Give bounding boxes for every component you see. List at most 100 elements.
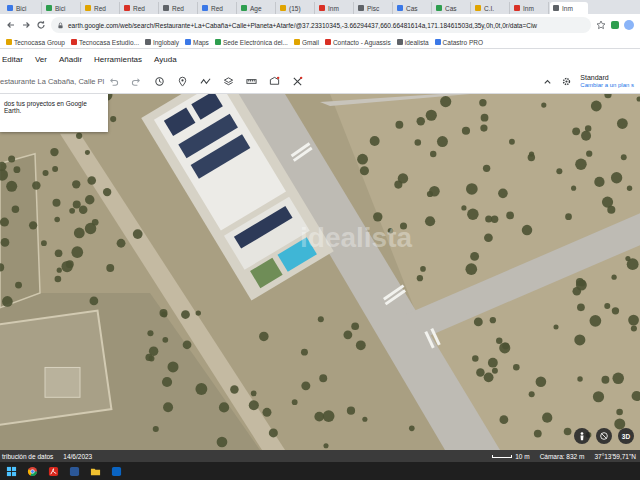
extension-icon[interactable] — [611, 21, 619, 29]
favicon-icon — [280, 5, 286, 11]
satellite-image — [0, 94, 640, 450]
favicon-icon — [475, 5, 481, 11]
upgrade-link[interactable]: Cambiar a un plan s — [580, 82, 634, 89]
forward-arrow-icon[interactable] — [21, 20, 31, 30]
screen: BiciBiciRedRedRedRedAge(15)InmPiscCasCas… — [0, 0, 640, 480]
plan-info: StandardCambiar a un plan s — [580, 74, 636, 89]
favicon-icon — [124, 5, 130, 11]
compass-icon — [599, 431, 609, 441]
bookmark[interactable]: idealista — [397, 39, 429, 46]
browser-tab[interactable]: Bici — [4, 2, 42, 14]
browser-tab[interactable]: Inm — [550, 2, 588, 14]
browser-tab[interactable]: Red — [82, 2, 120, 14]
browser-tab[interactable]: Cas — [394, 2, 432, 14]
bookmark[interactable]: Contacto - Aguassis — [325, 39, 391, 46]
pegman-icon — [577, 431, 587, 441]
bookmark[interactable]: Tecnocasa Group — [6, 39, 65, 46]
layers-icon[interactable] — [223, 76, 234, 87]
browser-tab[interactable]: Red — [160, 2, 198, 14]
street-view-button[interactable] — [574, 428, 590, 444]
gear-icon[interactable] — [561, 76, 572, 87]
bookmark-icon — [6, 39, 12, 45]
bookmark[interactable]: Maps — [185, 39, 209, 46]
chrome-icon[interactable] — [27, 466, 38, 477]
favicon-icon — [553, 5, 559, 11]
favicon-icon — [358, 5, 364, 11]
bookmark-icon — [215, 39, 221, 45]
favicon-icon — [202, 5, 208, 11]
status-bar: tribución de datos14/6/202310 mCámara: 8… — [0, 450, 640, 462]
bookmark-icon — [294, 39, 300, 45]
bookmark-icon — [435, 39, 441, 45]
attribution-link[interactable]: tribución de datos — [2, 453, 53, 460]
map-controls: 3D — [574, 428, 634, 444]
favicon-icon — [7, 5, 13, 11]
url-field[interactable]: earth.google.com/web/search/Restaurante+… — [51, 17, 591, 33]
favicon-icon — [319, 5, 325, 11]
menu-item[interactable]: Herramientas — [94, 55, 142, 64]
bookmark-icon — [185, 39, 191, 45]
menu-bar: Editar Ver Añadir Herramientas Ayuda — [0, 49, 640, 69]
favicon-icon — [46, 5, 52, 11]
undo-icon[interactable] — [108, 76, 119, 87]
bookmark[interactable]: Inglobaly — [145, 39, 179, 46]
file-explorer-icon[interactable] — [90, 466, 101, 477]
tab-strip: BiciBiciRedRedRedRedAge(15)InmPiscCasCas… — [0, 0, 640, 14]
earth-toolbar: estaurante La Cabaña, Calle Pl StandardCa… — [0, 69, 640, 94]
menu-item[interactable]: Ver — [35, 55, 47, 64]
map-view[interactable]: dos tus proyectos en Google Earth. ideali… — [0, 94, 640, 450]
bookmark-icon — [71, 39, 77, 45]
tip-popup: dos tus proyectos en Google Earth. — [0, 94, 108, 132]
path-icon[interactable] — [200, 76, 211, 87]
projects-icon[interactable] — [269, 76, 280, 87]
bookmark-icon — [325, 39, 331, 45]
favicon-icon — [241, 5, 247, 11]
browser-tab[interactable]: Inm — [511, 2, 549, 14]
bookmark-icon — [397, 39, 403, 45]
acrobat-icon[interactable] — [48, 466, 59, 477]
watermark: idealista — [300, 222, 412, 254]
ruler-icon[interactable] — [246, 76, 257, 87]
profile-icon[interactable] — [624, 20, 634, 30]
star-icon[interactable] — [596, 20, 606, 30]
bookmark-icon — [145, 39, 151, 45]
browser-tab[interactable]: C.I. — [472, 2, 510, 14]
menu-item[interactable]: Añadir — [59, 55, 82, 64]
placemark-icon[interactable] — [177, 76, 188, 87]
favicon-icon — [514, 5, 520, 11]
reload-icon[interactable] — [36, 20, 46, 30]
bookmarks-bar: Tecnocasa Group Tecnocasa Estudio... Inglo… — [0, 36, 640, 49]
search-field[interactable]: estaurante La Cabaña, Calle Pl — [0, 75, 100, 88]
favicon-icon — [85, 5, 91, 11]
bookmark[interactable]: Tecnocasa Estudio... — [71, 39, 139, 46]
lock-icon — [57, 22, 64, 29]
scale-bar: 10 m — [492, 453, 529, 460]
browser-tab[interactable]: (15) — [277, 2, 315, 14]
word-icon[interactable] — [69, 466, 80, 477]
compass-button[interactable] — [596, 428, 612, 444]
windows-start-icon[interactable] — [6, 466, 17, 477]
browser-tab[interactable]: Red — [121, 2, 159, 14]
browser-tab[interactable]: Cas — [433, 2, 471, 14]
browser-tab[interactable]: Bici — [43, 2, 81, 14]
browser-tab[interactable]: Pisc — [355, 2, 393, 14]
menu-item[interactable]: Ayuda — [154, 55, 177, 64]
favicon-icon — [436, 5, 442, 11]
back-arrow-icon[interactable] — [6, 20, 16, 30]
browser-tab[interactable]: Age — [238, 2, 276, 14]
favicon-icon — [397, 5, 403, 11]
share-icon[interactable] — [292, 76, 303, 87]
bookmark[interactable]: Gmail — [294, 39, 319, 46]
address-bar: earth.google.com/web/search/Restaurante+… — [0, 14, 640, 36]
3d-button[interactable]: 3D — [618, 428, 634, 444]
bookmark[interactable]: Sede Electrónica del... — [215, 39, 288, 46]
collapse-icon[interactable] — [542, 76, 553, 87]
history-icon[interactable] — [154, 76, 165, 87]
bookmark[interactable]: Catastro PRO — [435, 39, 483, 46]
taskbar — [0, 462, 640, 480]
browser-tab[interactable]: Inm — [316, 2, 354, 14]
menu-item[interactable]: Editar — [2, 55, 23, 64]
redo-icon[interactable] — [131, 76, 142, 87]
outlook-icon[interactable] — [111, 466, 122, 477]
browser-tab[interactable]: Red — [199, 2, 237, 14]
